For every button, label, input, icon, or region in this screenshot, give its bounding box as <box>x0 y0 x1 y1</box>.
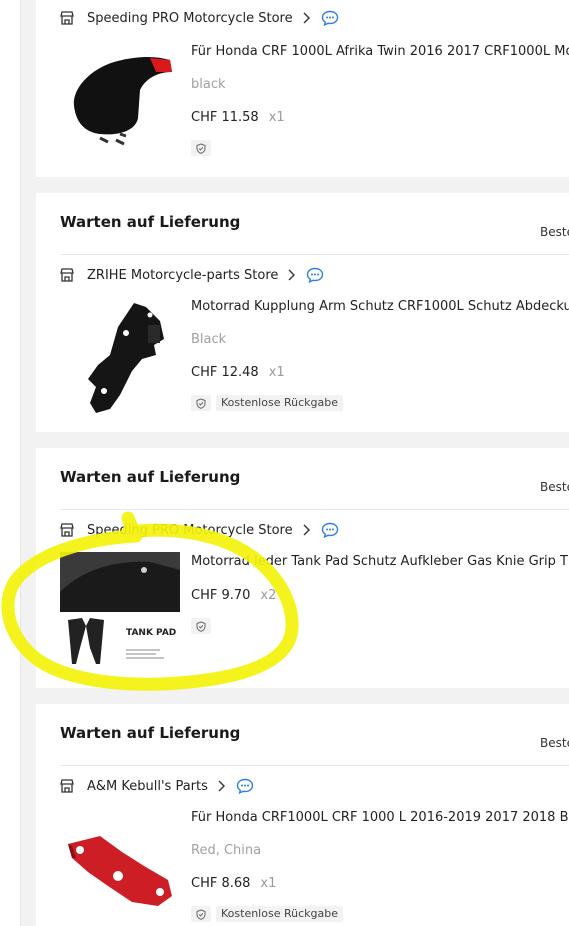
tag-row: Kostenlose Rückgabe <box>191 395 343 411</box>
store-icon <box>60 268 74 282</box>
product-price: CHF 9.70 <box>191 588 251 603</box>
product-price: CHF 8.68 <box>191 876 251 891</box>
product-title[interactable]: Motorrad Kupplung Arm Schutz CRF1000L Sc… <box>191 299 569 314</box>
product-price: CHF 12.48 <box>191 365 259 380</box>
order-card-3: Warten auf Lieferung Beste A&M Kebull's … <box>36 704 569 926</box>
card-header: Warten auf Lieferung Beste <box>60 448 569 510</box>
chevron-right-icon[interactable] <box>216 780 226 792</box>
card-header: Warten auf Lieferung Beste <box>60 704 569 766</box>
order-card-1: Warten auf Lieferung Beste ZRIHE Motorcy… <box>36 193 569 432</box>
product-thumbnail[interactable] <box>60 295 180 415</box>
store-icon <box>60 11 74 25</box>
store-name[interactable]: Speeding PRO Motorcycle Store <box>87 11 293 26</box>
price-row: CHF 11.58 x1 <box>191 110 285 125</box>
store-name[interactable]: Speeding PRO Motorcycle Store <box>87 523 293 538</box>
order-details-link[interactable]: Beste <box>540 480 569 494</box>
product-variant: Black <box>191 332 227 347</box>
order-card-0: Speeding PRO Motorcycle Store Für Honda … <box>36 0 569 177</box>
tank-pad-label: TANK PAD <box>126 628 177 638</box>
product-thumbnail[interactable] <box>60 38 180 158</box>
shield-check-icon <box>191 140 211 156</box>
left-sidebar-strip <box>0 0 21 926</box>
product-thumbnail[interactable] <box>60 806 180 926</box>
product-variant: black <box>191 77 226 92</box>
product-title[interactable]: Motorrad leder Tank Pad Schutz Aufkleber… <box>191 554 569 569</box>
product-quantity: x1 <box>260 876 277 891</box>
product-price: CHF 11.58 <box>191 110 259 125</box>
red-brake-guard-image <box>68 836 172 906</box>
store-name[interactable]: ZRIHE Motorcycle-parts Store <box>87 268 278 283</box>
chat-icon[interactable] <box>321 10 339 26</box>
shield-check-icon <box>191 618 211 634</box>
order-status: Warten auf Lieferung <box>60 724 241 742</box>
tag-row <box>191 618 211 634</box>
free-return-tag: Kostenlose Rückgabe <box>216 906 343 922</box>
fender-extension-image <box>73 57 172 146</box>
order-details-link[interactable]: Beste <box>540 225 569 239</box>
order-card-2: Warten auf Lieferung Beste Speeding PRO … <box>36 448 569 688</box>
chat-icon[interactable] <box>321 522 339 538</box>
store-row[interactable]: A&M Kebull's Parts <box>60 776 254 796</box>
order-details-link[interactable]: Beste <box>540 736 569 750</box>
store-row[interactable]: Speeding PRO Motorcycle Store <box>60 8 339 28</box>
product-quantity: x2 <box>260 588 277 603</box>
store-row[interactable]: ZRIHE Motorcycle-parts Store <box>60 265 324 285</box>
tag-row <box>191 140 211 156</box>
order-status: Warten auf Lieferung <box>60 468 241 486</box>
price-row: CHF 12.48 x1 <box>191 365 285 380</box>
store-icon <box>60 779 74 793</box>
product-title[interactable]: Für Honda CRF1000L CRF 1000 L 2016-2019 … <box>191 810 569 825</box>
store-icon <box>60 523 74 537</box>
chat-icon[interactable] <box>306 267 324 283</box>
product-quantity: x1 <box>268 365 285 380</box>
chevron-right-icon[interactable] <box>286 269 296 281</box>
shield-check-icon <box>191 906 211 922</box>
product-title[interactable]: Für Honda CRF 1000L Afrika Twin 2016 201… <box>191 44 569 59</box>
tag-row: Kostenlose Rückgabe <box>191 906 343 922</box>
product-thumbnail[interactable]: TANK PAD <box>60 552 180 672</box>
product-variant: Red, China <box>191 843 262 858</box>
price-row: CHF 8.68 x1 <box>191 876 276 891</box>
store-row[interactable]: Speeding PRO Motorcycle Store <box>60 520 339 540</box>
clutch-arm-guard-image <box>88 303 164 413</box>
product-quantity: x1 <box>268 110 285 125</box>
chevron-right-icon[interactable] <box>301 524 311 536</box>
store-name[interactable]: A&M Kebull's Parts <box>87 779 208 794</box>
chevron-right-icon[interactable] <box>301 12 311 24</box>
tank-pad-image <box>60 552 180 672</box>
price-row: CHF 9.70 x2 <box>191 588 276 603</box>
shield-check-icon <box>191 395 211 411</box>
card-header: Warten auf Lieferung Beste <box>60 193 569 255</box>
chat-icon[interactable] <box>236 778 254 794</box>
free-return-tag: Kostenlose Rückgabe <box>216 395 343 411</box>
order-status: Warten auf Lieferung <box>60 213 241 231</box>
